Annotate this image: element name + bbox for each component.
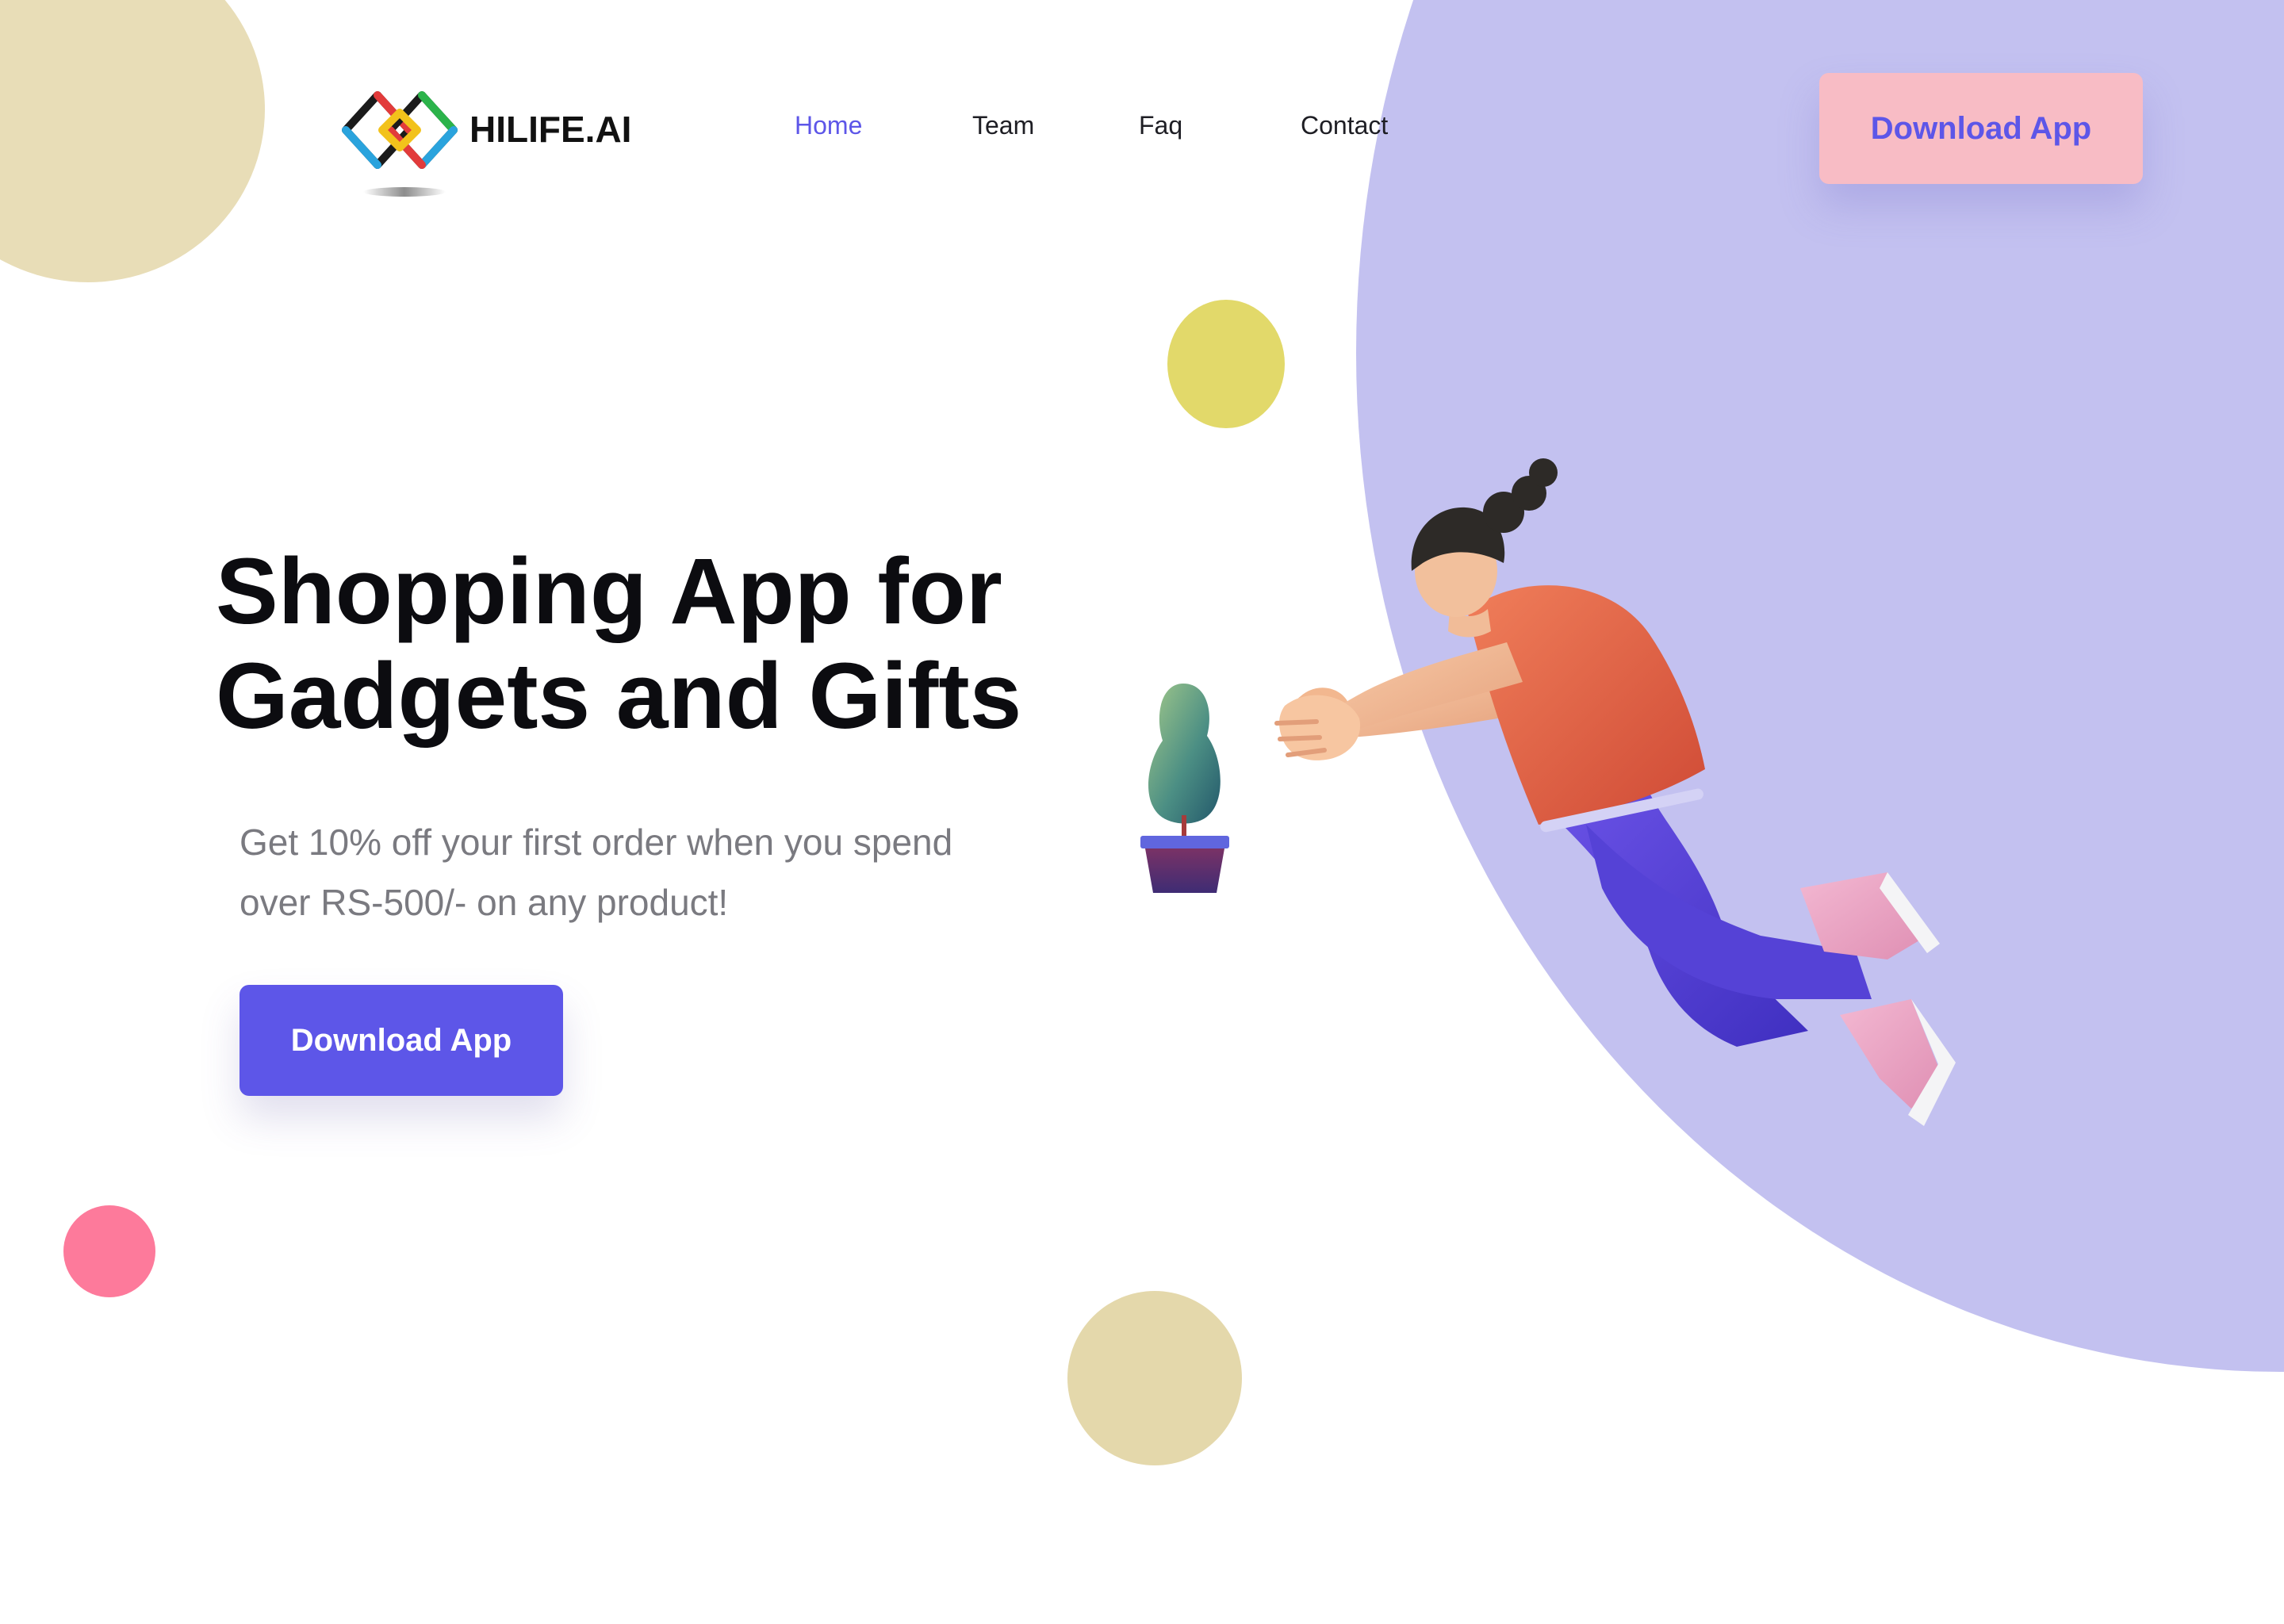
nav-link-contact[interactable]: Contact <box>1301 111 1388 140</box>
hero-subtitle-line-2: over RS-500/- on any product! <box>240 882 729 923</box>
hero-subtitle: Get 10% off your first order when you sp… <box>240 812 1080 933</box>
brand-name: HILIFE.AI <box>469 109 632 150</box>
nav-link-faq[interactable]: Faq <box>1139 111 1182 140</box>
hero-download-app-button[interactable]: Download App <box>240 985 563 1096</box>
brand-logo[interactable]: HILIFE.AI <box>336 87 638 198</box>
hero-subtitle-line-1: Get 10% off your first order when you sp… <box>240 822 953 863</box>
hero-title-line-2: Gadgets and Gifts <box>216 644 1022 749</box>
decorative-circle-tan-top <box>0 0 265 282</box>
landing-page: HILIFE.AI Home Team Faq Contact Download… <box>0 0 2284 1624</box>
flying-person-illustration <box>1274 458 1956 1126</box>
decorative-circle-yellow <box>1167 300 1285 428</box>
nav-link-team[interactable]: Team <box>972 111 1034 140</box>
interlocking-rings-logo-icon <box>342 91 458 197</box>
decorative-circle-tan-bottom <box>1067 1291 1242 1465</box>
hero-title: Shopping App for Gadgets and Gifts <box>216 539 1128 749</box>
header-download-app-button[interactable]: Download App <box>1819 73 2143 184</box>
potted-plant-illustration <box>1140 684 1229 893</box>
hero-title-line-1: Shopping App for <box>216 539 1002 644</box>
nav-link-home[interactable]: Home <box>795 111 862 140</box>
decorative-circle-pink <box>63 1205 155 1297</box>
